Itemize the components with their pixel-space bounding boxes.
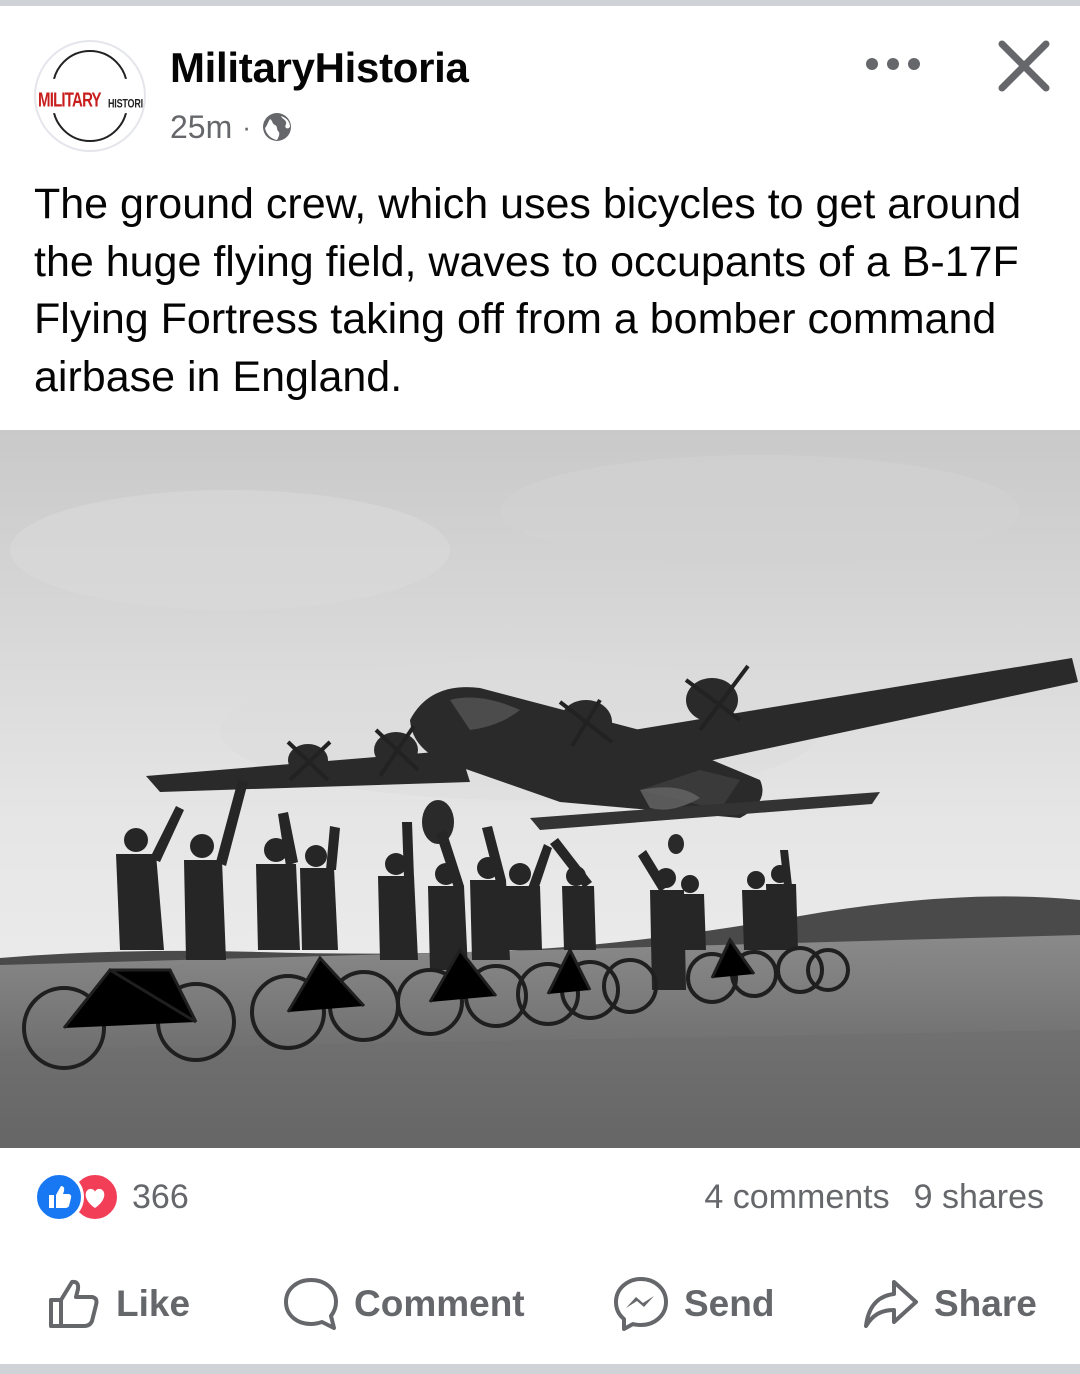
- comments-count[interactable]: 4 comments: [704, 1178, 889, 1217]
- send-label: Send: [684, 1283, 775, 1324]
- engagement-stats: 4 comments 9 shares: [704, 1172, 1044, 1222]
- post-caption: The ground crew, which uses bicycles to …: [34, 180, 1022, 401]
- top-divider: [0, 0, 1080, 6]
- comment-button[interactable]: Comment: [282, 1272, 525, 1336]
- more-options-button[interactable]: [860, 44, 926, 84]
- avatar-logo-sub: HISTORIA: [108, 97, 146, 110]
- avatar-logo-main: MILITARY: [38, 89, 102, 112]
- bottom-divider: [0, 1364, 1080, 1374]
- page-avatar[interactable]: MILITARY HISTORIA: [34, 40, 146, 152]
- post-meta: 25m ·: [170, 107, 293, 147]
- page-name[interactable]: MilitaryHistoria: [170, 44, 469, 92]
- messenger-icon: [614, 1277, 668, 1331]
- like-thumb-icon: [49, 1186, 72, 1208]
- like-reaction-icon: [34, 1172, 84, 1222]
- globe-icon: [262, 113, 291, 141]
- meta-separator: ·: [242, 111, 251, 142]
- post-photo[interactable]: [0, 430, 1080, 1148]
- more-options-icon: [866, 58, 920, 70]
- like-button[interactable]: Like: [46, 1272, 190, 1336]
- thumbs-up-icon: [49, 1279, 99, 1328]
- post-timestamp[interactable]: 25m: [170, 109, 232, 146]
- share-label: Share: [934, 1283, 1037, 1324]
- share-button[interactable]: Share: [862, 1272, 1037, 1336]
- like-label: Like: [116, 1283, 191, 1324]
- close-button[interactable]: [994, 36, 1054, 96]
- shares-count[interactable]: 9 shares: [914, 1178, 1044, 1217]
- photo-b17-ground-crew-bicycles: [0, 430, 1080, 1148]
- post-actions: Like Comment Send Share: [0, 1272, 1080, 1336]
- send-button[interactable]: Send: [612, 1272, 774, 1336]
- comment-bubble-icon: [284, 1278, 338, 1330]
- comment-label: Comment: [354, 1283, 525, 1324]
- share-arrow-icon: [864, 1280, 918, 1328]
- reaction-count: 366: [132, 1177, 189, 1216]
- close-icon: [998, 40, 1050, 92]
- reactions-summary[interactable]: 366: [34, 1172, 189, 1222]
